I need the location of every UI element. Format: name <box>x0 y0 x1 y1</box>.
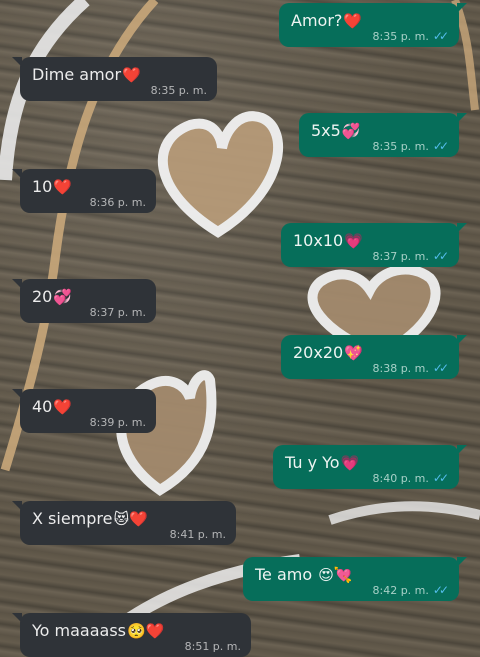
emoji-icon: 😍💘 <box>318 566 353 584</box>
emoji-icon: 💗 <box>344 232 363 250</box>
emoji-icon: ❤️ <box>53 398 73 416</box>
incoming-message[interactable]: X siempre😻❤️ 8:41 p. m. <box>12 501 236 545</box>
message-text-content: Te amo <box>255 565 318 584</box>
message-time: 8:41 p. m. <box>169 528 226 541</box>
emoji-icon: 💗 <box>340 454 360 472</box>
emoji-icon: 😻❤️ <box>113 510 148 528</box>
message-text: X siempre😻❤️ <box>32 509 148 529</box>
outgoing-message[interactable]: 10x10💗 8:37 p. m. ✓✓ <box>281 223 467 267</box>
message-time: 8:40 p. m. <box>372 471 429 485</box>
message-text-content: 10 <box>32 177 53 196</box>
outgoing-message[interactable]: Te amo 😍💘 8:42 p. m. ✓✓ <box>243 557 467 601</box>
message-text: Te amo 😍💘 <box>255 565 353 585</box>
message-time: 8:35 p. m. <box>150 84 207 97</box>
message-text-content: Tu y Yo <box>285 453 340 472</box>
emoji-icon: ❤️ <box>53 178 73 196</box>
outgoing-message[interactable]: Tu y Yo💗 8:40 p. m. ✓✓ <box>273 445 467 489</box>
message-meta: 8:37 p. m. ✓✓ <box>373 249 450 263</box>
incoming-message[interactable]: 40❤️ 8:39 p. m. <box>12 389 156 433</box>
message-text-content: Dime amor <box>32 65 122 84</box>
message-text-content: Yo maaaass <box>32 621 126 640</box>
double-check-icon: ✓✓ <box>432 29 449 43</box>
message-text: 10❤️ <box>32 177 72 197</box>
emoji-icon: 💞 <box>53 288 73 306</box>
incoming-message[interactable]: Yo maaaass🥺❤️ 8:51 p. m. <box>12 613 251 657</box>
message-meta: 8:37 p. m. <box>90 306 146 319</box>
message-meta: 8:40 p. m. ✓✓ <box>373 471 450 485</box>
message-meta: 8:41 p. m. <box>170 528 226 541</box>
message-text-content: X siempre <box>32 509 113 528</box>
message-time: 8:37 p. m. <box>89 306 146 319</box>
message-text: Yo maaaass🥺❤️ <box>32 621 164 641</box>
emoji-icon: 💞 <box>341 122 361 140</box>
emoji-icon: 💖 <box>344 344 363 362</box>
outgoing-message[interactable]: 5x5💞 8:35 p. m. ✓✓ <box>299 113 467 157</box>
message-meta: 8:39 p. m. <box>90 416 146 429</box>
message-meta: 8:51 p. m. <box>185 640 241 653</box>
heart-1 <box>157 111 284 238</box>
message-meta: 8:38 p. m. ✓✓ <box>373 361 450 375</box>
outgoing-message[interactable]: Amor?❤️ 8:35 p. m. ✓✓ <box>279 3 467 47</box>
message-text-content: 10x10 <box>293 231 344 250</box>
incoming-message[interactable]: 10❤️ 8:36 p. m. <box>12 169 156 213</box>
message-time: 8:35 p. m. <box>372 29 429 43</box>
incoming-message[interactable]: Dime amor❤️ 8:35 p. m. <box>12 57 217 101</box>
message-time: 8:36 p. m. <box>89 196 146 209</box>
emoji-icon: 🥺❤️ <box>127 622 165 640</box>
message-text: Amor?❤️ <box>291 11 362 31</box>
message-time: 8:42 p. m. <box>372 583 429 597</box>
message-meta: 8:35 p. m. ✓✓ <box>373 139 450 153</box>
message-time: 8:35 p. m. <box>372 139 429 153</box>
double-check-icon: ✓✓ <box>432 361 449 375</box>
message-meta: 8:36 p. m. <box>90 196 146 209</box>
message-meta: 8:35 p. m. <box>151 84 207 97</box>
message-text: Tu y Yo💗 <box>285 453 359 473</box>
message-time: 8:39 p. m. <box>89 416 146 429</box>
message-text: 40❤️ <box>32 397 72 417</box>
message-text-content: 5x5 <box>311 121 341 140</box>
double-check-icon: ✓✓ <box>432 139 449 153</box>
double-check-icon: ✓✓ <box>432 471 449 485</box>
double-check-icon: ✓✓ <box>432 583 449 597</box>
outgoing-message[interactable]: 20x20💖 8:38 p. m. ✓✓ <box>281 335 467 379</box>
message-text: Dime amor❤️ <box>32 65 141 85</box>
message-meta: 8:35 p. m. ✓✓ <box>373 29 450 43</box>
message-time: 8:51 p. m. <box>184 640 241 653</box>
white-arc-right <box>328 501 480 525</box>
double-check-icon: ✓✓ <box>432 249 449 263</box>
message-text-content: 20x20 <box>293 343 344 362</box>
message-time: 8:37 p. m. <box>372 249 429 263</box>
message-text: 5x5💞 <box>311 121 361 141</box>
message-text: 20x20💖 <box>293 343 363 363</box>
message-text: 20💞 <box>32 287 72 307</box>
incoming-message[interactable]: 20💞 8:37 p. m. <box>12 279 156 323</box>
message-meta: 8:42 p. m. ✓✓ <box>373 583 450 597</box>
emoji-icon: ❤️ <box>122 66 141 84</box>
message-text: 10x10💗 <box>293 231 363 251</box>
message-text-content: 40 <box>32 397 53 416</box>
emoji-icon: ❤️ <box>343 12 363 30</box>
message-text-content: Amor? <box>291 11 343 30</box>
message-time: 8:38 p. m. <box>372 361 429 375</box>
message-text-content: 20 <box>32 287 53 306</box>
